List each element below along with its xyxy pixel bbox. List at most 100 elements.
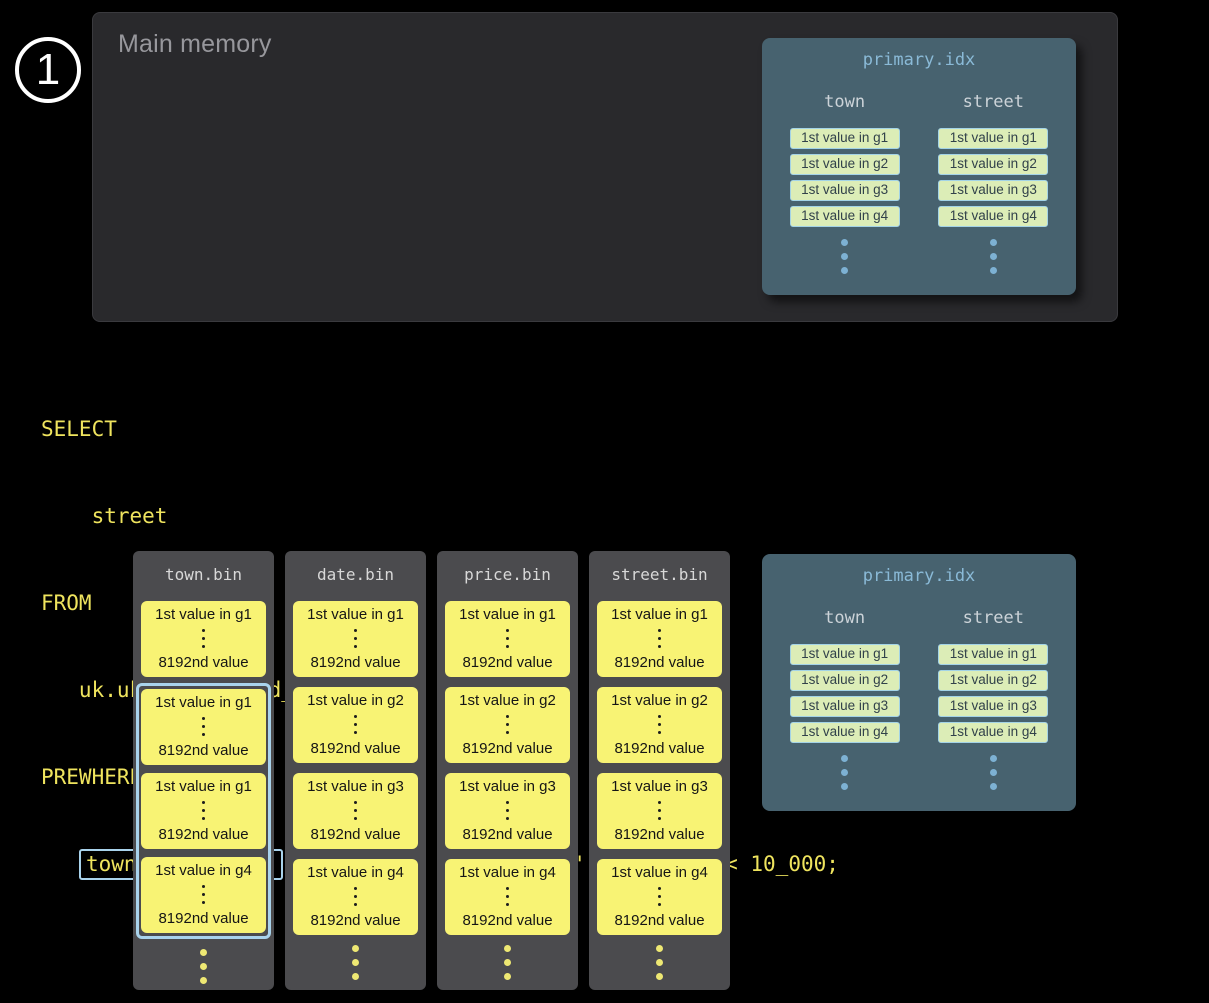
granule-ellipsis-icon [202,715,205,738]
granule-last-value: 8192nd value [462,740,552,757]
granule-box: 1st value in g4 8192nd value [293,859,418,935]
granule-highlight-box: 1st value in g1 8192nd value 1st value i… [136,683,271,939]
ellipsis-dots-icon [285,945,426,980]
granule-ellipsis-icon [506,627,509,650]
idx-entry: 1st value in g1 [938,644,1048,665]
column-file-street-bin: street.bin 1st value in g1 8192nd value … [589,551,730,990]
granule-box: 1st value in g4 8192nd value [445,859,570,935]
granule-ellipsis-icon [658,627,661,650]
granule-last-value: 8192nd value [614,654,704,671]
granule-last-value: 8192nd value [310,740,400,757]
granule-first-value: 1st value in g2 [611,692,708,709]
idx-column-street: street 1st value in g1 1st value in g2 1… [927,92,1059,274]
granule-last-value: 8192nd value [310,912,400,929]
granule-box: 1st value in g1 8192nd value [293,601,418,677]
ellipsis-dots-icon [779,239,911,274]
ellipsis-dots-icon [437,945,578,980]
granule-ellipsis-icon [354,885,357,908]
granule-first-value: 1st value in g3 [611,778,708,795]
idx-entry: 1st value in g2 [790,670,900,691]
idx-entry: 1st value in g3 [938,180,1048,201]
granule-first-value: 1st value in g1 [155,778,252,795]
granule-last-value: 8192nd value [462,826,552,843]
sql-line: street [41,502,839,531]
column-file-title: street.bin [589,551,730,584]
column-file-price-bin: price.bin 1st value in g1 8192nd value 1… [437,551,578,990]
idx-entry: 1st value in g4 [938,206,1048,227]
granule-box: 1st value in g1 8192nd value [445,601,570,677]
idx-entry: 1st value in g3 [938,696,1048,717]
granule-last-value: 8192nd value [614,740,704,757]
step-number: 1 [36,48,60,92]
granule-ellipsis-icon [506,799,509,822]
granule-box: 1st value in g1 8192nd value [141,601,266,677]
granule-last-value: 8192nd value [310,654,400,671]
granule-last-value: 8192nd value [158,654,248,671]
column-file-title: price.bin [437,551,578,584]
granule-last-value: 8192nd value [614,826,704,843]
granule-box: 1st value in g2 8192nd value [293,687,418,763]
idx-column-header: town [779,608,911,628]
granule-first-value: 1st value in g1 [611,606,708,623]
idx-column-town: town 1st value in g1 1st value in g2 1st… [779,608,911,790]
idx-column-town: town 1st value in g1 1st value in g2 1st… [779,92,911,274]
ellipsis-dots-icon [927,755,1059,790]
granule-last-value: 8192nd value [310,826,400,843]
idx-entry: 1st value in g4 [790,722,900,743]
idx-column-street: street 1st value in g1 1st value in g2 1… [927,608,1059,790]
granule-box: 1st value in g4 8192nd value [597,859,722,935]
granule-last-value: 8192nd value [462,654,552,671]
granule-first-value: 1st value in g3 [307,778,404,795]
column-file-title: town.bin [133,551,274,584]
granule-box: 1st value in g3 8192nd value [445,773,570,849]
primary-idx-panel-memory: primary.idx town 1st value in g1 1st val… [762,38,1076,295]
granule-first-value: 1st value in g3 [459,778,556,795]
sql-line: SELECT [41,415,839,444]
ellipsis-dots-icon [927,239,1059,274]
granule-box: 1st value in g2 8192nd value [597,687,722,763]
idx-entry: 1st value in g1 [790,644,900,665]
idx-entry: 1st value in g1 [790,128,900,149]
granule-first-value: 1st value in g1 [155,694,252,711]
granule-first-value: 1st value in g1 [155,606,252,623]
ellipsis-dots-icon [133,949,274,984]
granule-box: 1st value in g2 8192nd value [445,687,570,763]
idx-entry: 1st value in g3 [790,180,900,201]
primary-idx-panel-disk: primary.idx town 1st value in g1 1st val… [762,554,1076,811]
granule-last-value: 8192nd value [614,912,704,929]
idx-entry: 1st value in g4 [790,206,900,227]
granule-ellipsis-icon [202,883,205,906]
primary-idx-title: primary.idx [762,554,1076,586]
granule-last-value: 8192nd value [462,912,552,929]
idx-entry: 1st value in g2 [938,670,1048,691]
granule-first-value: 1st value in g4 [307,864,404,881]
idx-entry: 1st value in g2 [790,154,900,175]
granule-box: 1st value in g3 8192nd value [293,773,418,849]
granule-ellipsis-icon [658,799,661,822]
granule-box: 1st value in g1 8192nd value [597,601,722,677]
granule-last-value: 8192nd value [158,826,248,843]
diagram-canvas: 1 Main memory primary.idx town 1st value… [0,0,1209,1003]
granule-last-value: 8192nd value [158,910,248,927]
granule-first-value: 1st value in g2 [307,692,404,709]
granule-ellipsis-icon [354,713,357,736]
granule-ellipsis-icon [354,799,357,822]
column-file-date-bin: date.bin 1st value in g1 8192nd value 1s… [285,551,426,990]
main-memory-label: Main memory [118,30,272,59]
idx-entry: 1st value in g1 [938,128,1048,149]
granule-first-value: 1st value in g4 [155,862,252,879]
column-file-town-bin: town.bin 1st value in g1 8192nd value 1s… [133,551,274,990]
granule-first-value: 1st value in g4 [611,864,708,881]
granule-ellipsis-icon [202,627,205,650]
granule-ellipsis-icon [658,713,661,736]
column-file-title: date.bin [285,551,426,584]
idx-entry: 1st value in g2 [938,154,1048,175]
granule-first-value: 1st value in g1 [307,606,404,623]
granule-box: 1st value in g3 8192nd value [597,773,722,849]
ellipsis-dots-icon [779,755,911,790]
granule-box: 1st value in g1 8192nd value [141,773,266,849]
idx-entry: 1st value in g3 [790,696,900,717]
primary-idx-title: primary.idx [762,38,1076,70]
main-memory-panel: Main memory primary.idx town 1st value i… [92,12,1118,322]
idx-column-header: street [927,92,1059,112]
